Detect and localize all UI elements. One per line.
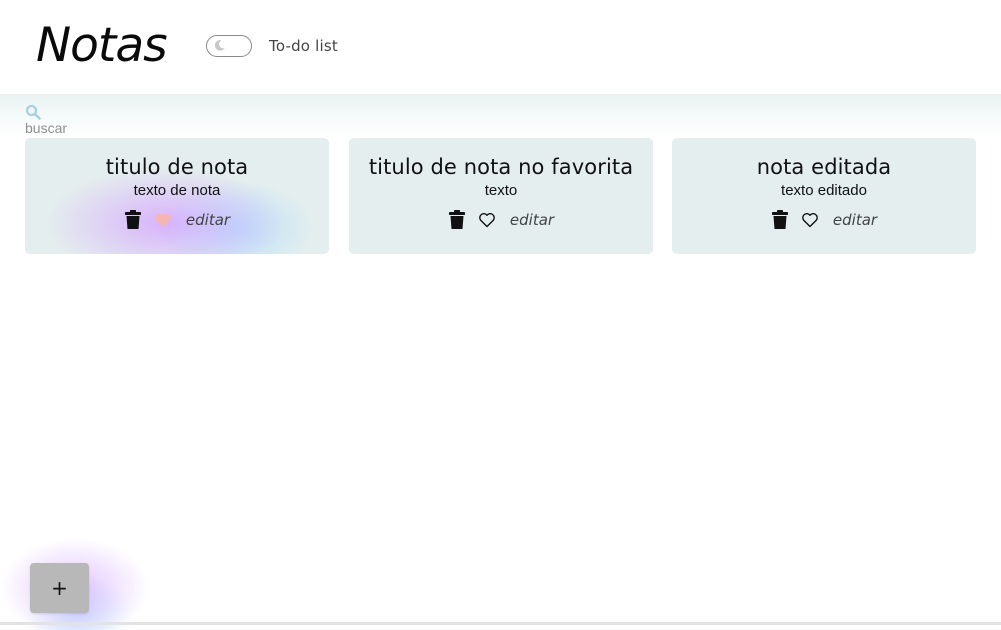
note-title: nota editada: [756, 155, 892, 179]
app-header: Notas To-do list: [0, 0, 1001, 94]
note-card: nota editada texto editado editar: [672, 138, 976, 254]
heart-outline-icon[interactable]: [478, 211, 496, 229]
fab-glow: [0, 520, 190, 630]
trash-icon[interactable]: [448, 210, 466, 230]
note-title: titulo de nota no favorita: [368, 155, 634, 179]
edit-button[interactable]: editar: [833, 211, 877, 229]
note-text: texto editado: [781, 182, 867, 199]
note-title: titulo de nota: [105, 155, 249, 179]
toggle-label: To-do list: [269, 37, 338, 55]
note-actions: editar: [672, 209, 976, 231]
todo-list-toggle[interactable]: [206, 35, 252, 57]
add-note-button[interactable]: +: [30, 563, 89, 613]
edit-button[interactable]: editar: [510, 211, 554, 229]
heart-icon[interactable]: [154, 211, 172, 229]
trash-icon[interactable]: [771, 210, 789, 230]
note-actions: editar: [349, 209, 653, 231]
note-text: texto de nota: [133, 182, 221, 199]
note-actions: editar: [25, 209, 329, 231]
search-icon: [25, 104, 41, 120]
app-title: Notas: [36, 18, 168, 73]
note-card: titulo de nota no favorita texto editar: [349, 138, 653, 254]
trash-icon[interactable]: [124, 210, 142, 230]
heart-outline-icon[interactable]: [801, 211, 819, 229]
note-text: texto: [484, 182, 518, 199]
note-card: titulo de nota texto de nota editar: [25, 138, 329, 254]
moon-icon: [214, 40, 225, 51]
search-input[interactable]: [25, 119, 185, 137]
edit-button[interactable]: editar: [186, 211, 230, 229]
